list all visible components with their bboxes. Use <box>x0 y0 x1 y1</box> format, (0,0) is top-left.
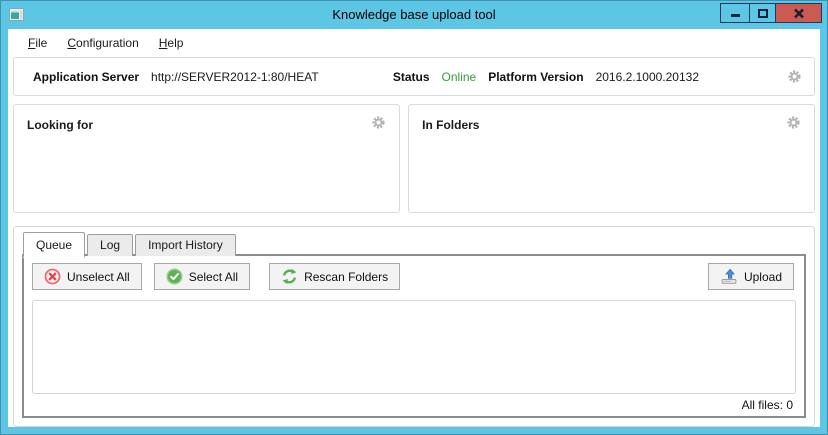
in-folders-title: In Folders <box>422 115 479 132</box>
tab-group: Queue Log Import History Unselect All <box>13 226 815 427</box>
gear-icon <box>371 115 386 130</box>
platform-version-label: Platform Version <box>488 70 583 84</box>
tab-queue[interactable]: Queue <box>23 232 85 258</box>
queue-toolbar: Unselect All Select All <box>32 263 796 290</box>
file-queue-list[interactable] <box>32 300 796 394</box>
tab-strip: Queue Log Import History <box>22 232 806 256</box>
unselect-all-button[interactable]: Unselect All <box>32 263 142 290</box>
server-info-bar: Application Server http://SERVER2012-1:8… <box>13 57 815 96</box>
minimize-icon <box>730 8 741 18</box>
looking-for-settings-button[interactable] <box>371 115 386 130</box>
queue-tab-page: Unselect All Select All <box>22 254 806 418</box>
window-title: Knowledge base upload tool <box>1 7 827 22</box>
select-all-button[interactable]: Select All <box>154 263 250 290</box>
menu-bar: File Configuration Help <box>8 29 820 56</box>
server-settings-button[interactable] <box>787 69 802 84</box>
blue-upload-arrow-icon <box>720 268 738 285</box>
in-folders-settings-button[interactable] <box>786 115 801 130</box>
application-server-label: Application Server <box>33 70 139 84</box>
green-sync-arrows-icon <box>281 268 298 285</box>
minimize-button[interactable] <box>720 3 750 23</box>
status-label: Status <box>393 70 430 84</box>
client-area: File Configuration Help Application Serv… <box>8 29 820 427</box>
application-server-value: http://SERVER2012-1:80/HEAT <box>151 70 319 84</box>
menu-help[interactable]: Help <box>149 32 194 54</box>
close-button[interactable] <box>775 3 822 23</box>
close-icon <box>793 8 805 19</box>
title-bar: Knowledge base upload tool <box>1 1 827 29</box>
looking-for-panel: Looking for <box>13 104 400 213</box>
maximize-button[interactable] <box>749 3 776 23</box>
red-circle-cross-icon <box>44 268 61 285</box>
looking-for-title: Looking for <box>27 115 93 132</box>
upload-button[interactable]: Upload <box>708 263 794 290</box>
status-group: Status Online Platform Version 2016.2.10… <box>393 70 699 84</box>
window-controls <box>720 3 822 23</box>
green-circle-check-icon <box>166 268 183 285</box>
filter-panels: Looking for In Folders <box>13 104 815 213</box>
rescan-folders-button[interactable]: Rescan Folders <box>269 263 400 290</box>
menu-file[interactable]: File <box>18 32 57 54</box>
menu-configuration[interactable]: Configuration <box>57 32 148 54</box>
tab-import-history[interactable]: Import History <box>135 234 236 256</box>
app-window: Knowledge base upload tool File Configur… <box>0 0 828 435</box>
gear-icon <box>787 69 802 84</box>
in-folders-panel: In Folders <box>408 104 815 213</box>
gear-icon <box>786 115 801 130</box>
all-files-counter: All files: 0 <box>32 394 796 412</box>
maximize-icon <box>757 8 769 19</box>
tab-log[interactable]: Log <box>87 234 133 256</box>
status-value: Online <box>442 70 477 84</box>
platform-version-value: 2016.2.1000.20132 <box>596 70 699 84</box>
